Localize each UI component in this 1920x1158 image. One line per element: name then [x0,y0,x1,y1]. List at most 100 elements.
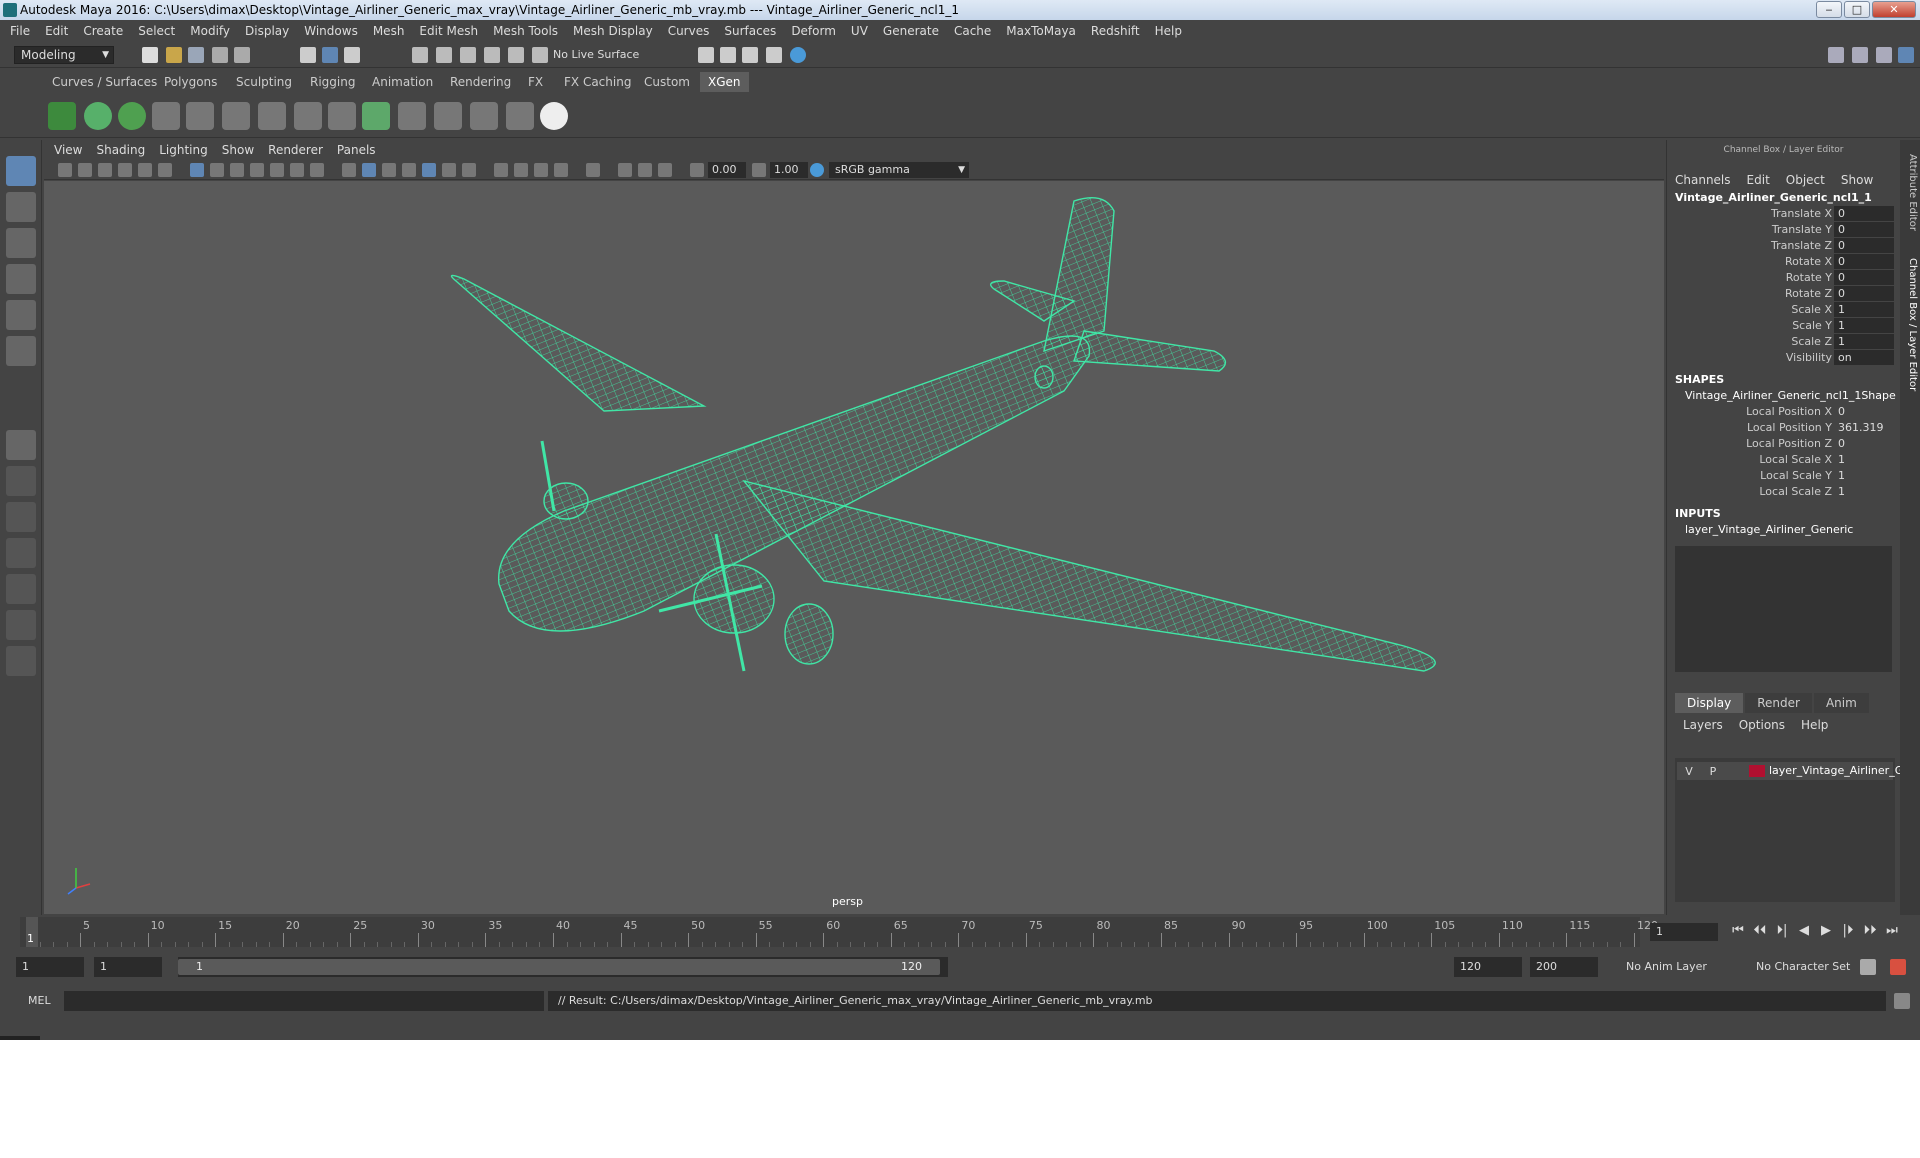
attr-row-local-position-z[interactable]: Local Position Z0 [1667,436,1900,452]
menu-cache[interactable]: Cache [954,24,991,38]
attr-value[interactable]: 0 [1834,436,1894,451]
attr-value[interactable]: 1 [1834,468,1894,483]
grease-pencil-icon[interactable] [158,163,172,177]
attr-row-scale-z[interactable]: Scale Z1 [1667,334,1900,350]
shelf-tab-sculpting[interactable]: Sculpting [228,72,300,92]
motion-blur-icon[interactable] [514,163,528,177]
select-tool-icon[interactable] [6,156,36,186]
attr-value[interactable]: 0 [1834,222,1894,237]
redo-icon[interactable] [234,47,250,63]
textured-icon[interactable] [422,163,436,177]
cb-menu-channels[interactable]: Channels [1675,173,1731,187]
shelf-tab-xgen[interactable]: XGen [700,72,749,92]
shelf-tab-rigging[interactable]: Rigging [302,72,363,92]
layer-visibility-toggle[interactable]: V [1681,763,1697,779]
range-slider-thumb[interactable]: 1 120 [178,959,940,975]
shelf-tab-rendering[interactable]: Rendering [442,72,519,92]
animation-end-field[interactable]: 200 [1530,957,1598,977]
grid-icon[interactable] [190,163,204,177]
xray-icon[interactable] [618,163,632,177]
camera-attr-icon[interactable] [78,163,92,177]
shadows-icon[interactable] [462,163,476,177]
xgen-guides-icon[interactable] [152,102,180,130]
wireframe-on-shaded-icon[interactable] [402,163,416,177]
lasso-tool-icon[interactable] [6,192,36,222]
mode-selector[interactable]: Modeling ▼ [14,46,114,64]
gamma-icon[interactable] [752,163,766,177]
cb-menu-edit[interactable]: Edit [1747,173,1770,187]
menu-modify[interactable]: Modify [190,24,230,38]
tool-settings-icon[interactable] [1876,47,1892,63]
shelf-tab-curves-surfaces[interactable]: Curves / Surfaces [44,72,165,92]
menu-curves[interactable]: Curves [668,24,710,38]
attr-value[interactable]: on [1834,350,1894,365]
layer-menu-layers[interactable]: Layers [1683,718,1723,732]
menu-mesh-display[interactable]: Mesh Display [573,24,653,38]
go-to-start-icon[interactable]: ⏮ [1730,923,1746,939]
range-slider[interactable]: 1 120 [178,957,948,977]
depth-of-field-icon[interactable] [554,163,568,177]
xgen-groom-icon[interactable] [434,102,462,130]
attr-value[interactable]: 361.319 [1834,420,1894,435]
snap-curve-icon[interactable] [436,47,452,63]
animation-start-field[interactable]: 1 [16,957,84,977]
menu-file[interactable]: File [10,24,30,38]
safe-title-icon[interactable] [310,163,324,177]
layer-tab-render[interactable]: Render [1745,693,1812,713]
step-back-frame-icon[interactable]: ⏵| [1774,923,1790,939]
menu-redshift[interactable]: Redshift [1091,24,1140,38]
snap-surface-icon[interactable] [508,47,524,63]
script-editor-icon[interactable] [1894,993,1910,1009]
xray-joints-icon[interactable] [658,163,672,177]
attr-row-translate-x[interactable]: Translate X0 [1667,206,1900,222]
cb-menu-object[interactable]: Object [1786,173,1825,187]
xgen-comb-icon[interactable] [470,102,498,130]
snap-point-icon[interactable] [460,47,476,63]
shelf-tab-polygons[interactable]: Polygons [156,72,225,92]
attr-value[interactable]: 1 [1834,318,1894,333]
menu-uv[interactable]: UV [851,24,868,38]
menu-mesh[interactable]: Mesh [373,24,405,38]
channel-box-icon[interactable] [1898,47,1914,63]
more-layouts-icon[interactable] [6,646,36,676]
xgen-bend-icon[interactable] [328,102,356,130]
attr-value[interactable]: 0 [1834,206,1894,221]
attr-row-local-scale-z[interactable]: Local Scale Z1 [1667,484,1900,500]
attr-row-local-scale-y[interactable]: Local Scale Y1 [1667,468,1900,484]
menu-select[interactable]: Select [138,24,175,38]
layer-color-swatch[interactable] [1749,765,1765,777]
hypershade-icon[interactable] [790,47,806,63]
menu-edit-mesh[interactable]: Edit Mesh [419,24,478,38]
graph-layout-icon[interactable] [6,574,36,604]
shelf-tab-fx-caching[interactable]: FX Caching [556,72,639,92]
anim-layer-dropdown[interactable]: No Anim Layer [1626,957,1707,977]
safe-action-icon[interactable] [290,163,304,177]
rotate-tool-icon[interactable] [6,300,36,330]
step-forward-frame-icon[interactable]: |⏵ [1840,923,1856,939]
attr-value[interactable]: 0 [1834,404,1894,419]
shelf-tab-fx[interactable]: FX [520,72,551,92]
anti-aliasing-icon[interactable] [534,163,548,177]
step-back-key-icon[interactable]: ⏴⏴ [1752,923,1768,939]
layer-tab-display[interactable]: Display [1675,693,1744,713]
single-pane-icon[interactable] [6,430,36,460]
menu-surfaces[interactable]: Surfaces [724,24,776,38]
snap-pivot-icon[interactable] [532,47,548,63]
exposure-field[interactable]: 0.00 [708,162,746,178]
render-view-icon[interactable] [766,47,782,63]
attr-value[interactable]: 1 [1834,302,1894,317]
two-pane-icon[interactable] [6,502,36,532]
menu-mesh-tools[interactable]: Mesh Tools [493,24,558,38]
attr-row-local-position-y[interactable]: Local Position Y 361.319 [1667,420,1900,436]
viewport-menu-panels[interactable]: Panels [337,143,376,157]
render-frame-icon[interactable] [720,47,736,63]
snap-grid-icon[interactable] [412,47,428,63]
close-button[interactable]: ✕ [1872,1,1916,18]
camera-icon[interactable] [58,163,72,177]
menu-help[interactable]: Help [1155,24,1182,38]
gamma-field[interactable]: 1.00 [770,162,808,178]
viewport-menu-lighting[interactable]: Lighting [159,143,208,157]
view-transform-select[interactable]: sRGB gamma ▼ [829,162,969,178]
xgen-layers-icon[interactable] [362,102,390,130]
wireframe-icon[interactable] [342,163,356,177]
